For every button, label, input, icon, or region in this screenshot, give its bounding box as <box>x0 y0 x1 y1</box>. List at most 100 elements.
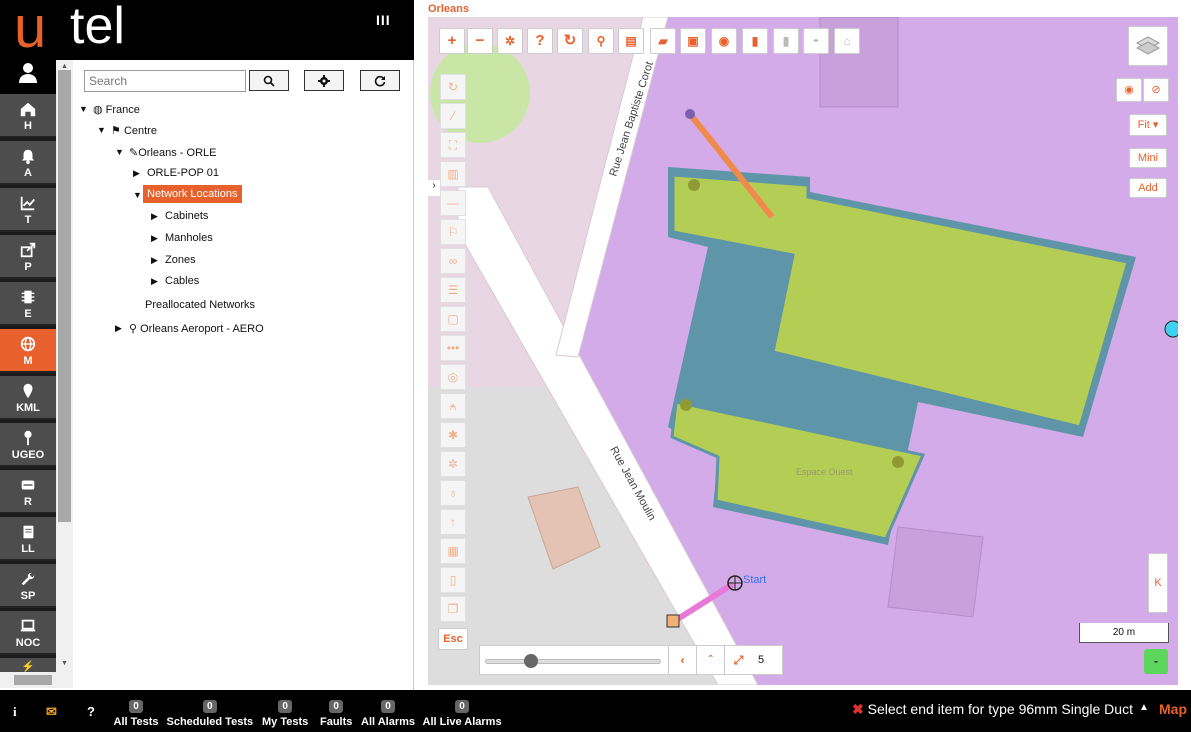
add-button[interactable]: Add <box>1129 178 1167 198</box>
scroll-down-icon[interactable]: ▼ <box>61 660 68 667</box>
rail-item-a[interactable]: A <box>0 141 56 185</box>
collapse-left-icon[interactable]: › <box>428 180 440 196</box>
menu-bars-icon[interactable]: III <box>376 12 391 28</box>
esc-button[interactable]: Esc <box>438 628 468 650</box>
side-tool-asterisk[interactable]: ✱ <box>440 422 466 448</box>
rail-item-e[interactable]: E <box>0 282 56 326</box>
prev-button[interactable]: ‹ <box>668 646 696 675</box>
side-tool-building[interactable]: ▦ <box>440 538 466 564</box>
rail-item-ll[interactable]: LL <box>0 517 56 561</box>
counter-all-tests[interactable]: 0 All Tests <box>114 700 159 728</box>
tree-node-centre[interactable]: ⚑ Centre <box>111 124 157 137</box>
rail-item-p[interactable]: P <box>0 235 56 279</box>
side-tool-target[interactable]: ◎ <box>440 364 466 390</box>
help-button[interactable]: ? <box>527 28 553 54</box>
find-button[interactable]: ⚲ <box>588 28 614 54</box>
settings-button[interactable] <box>304 70 344 91</box>
map-settings-button[interactable]: ✲ <box>497 28 523 54</box>
expand-centre-icon[interactable]: ▼ <box>97 125 106 135</box>
side-tool-stethoscope[interactable]: ♁ <box>440 480 466 506</box>
tree-node-network-locations[interactable]: Network Locations <box>143 185 242 203</box>
mini-button[interactable]: Mini <box>1129 148 1167 168</box>
tree-node-zones[interactable]: Zones <box>165 254 196 266</box>
expand-aero-icon[interactable]: ▶ <box>115 323 122 334</box>
home-map-button[interactable]: ⌂ <box>834 28 860 54</box>
tree-node-manholes[interactable]: Manholes <box>165 232 213 244</box>
user-button[interactable] <box>0 60 56 94</box>
tree-scrollbar[interactable]: ▲ ▼ <box>56 60 73 672</box>
zoom-out-button[interactable]: − <box>467 28 493 54</box>
bookmark-button[interactable]: ▮ <box>742 28 768 54</box>
side-tool-link[interactable]: ∞ <box>440 248 466 274</box>
fit-dropdown[interactable]: Fit ▾ <box>1129 114 1167 136</box>
hide-layer-button[interactable]: ⊘ <box>1143 78 1169 102</box>
counter-scheduled-tests[interactable]: 0 Scheduled Tests <box>167 700 253 728</box>
rail-item-t[interactable]: T <box>0 188 56 232</box>
side-tool-doc[interactable]: ▯ <box>440 567 466 593</box>
k-button[interactable]: K <box>1148 553 1168 613</box>
counter-my-tests[interactable]: 0 My Tests <box>262 700 308 728</box>
map-canvas[interactable]: Rue Jean Baptiste Corot Rue Jean Moulin … <box>428 17 1178 685</box>
rail-item-kml[interactable]: KML <box>0 376 56 420</box>
search-button[interactable] <box>249 70 289 91</box>
show-layer-button[interactable]: ◉ <box>1116 78 1142 102</box>
expand-zones-icon[interactable]: ▶ <box>151 255 158 266</box>
side-tool-line[interactable]: ⁄ <box>440 103 466 129</box>
expand-cables-icon[interactable]: ▶ <box>151 276 158 287</box>
tree-node-cables[interactable]: Cables <box>165 275 199 287</box>
bookmark-disabled-button[interactable]: ▮ <box>773 28 799 54</box>
slider-thumb[interactable] <box>524 654 539 668</box>
side-tool-copy[interactable]: ❐ <box>440 596 466 622</box>
expand-manholes-icon[interactable]: ▶ <box>151 233 158 244</box>
caret-up-icon[interactable]: ▲ <box>1139 702 1149 713</box>
reload-button[interactable]: ↻ <box>557 28 583 54</box>
tree-node-pop[interactable]: ORLE-POP 01 <box>147 167 219 179</box>
expand-button[interactable]: ⤢ <box>724 646 752 675</box>
side-tool-table[interactable]: ▥ <box>440 161 466 187</box>
tree-node-france[interactable]: ◍ France <box>93 103 140 116</box>
expand-cabinets-icon[interactable]: ▶ <box>151 211 158 222</box>
expand-france-icon[interactable]: ▼ <box>79 104 88 114</box>
counter-all-alarms[interactable]: 0 All Alarms <box>361 700 415 728</box>
rail-item-ugeo[interactable]: UGEO <box>0 423 56 467</box>
tree-node-orleans[interactable]: ✎Orleans - ORLE <box>129 146 216 159</box>
rail-item-r[interactable]: R <box>0 470 56 514</box>
scroll-thumb[interactable] <box>58 70 71 522</box>
side-tool-arrow-up[interactable]: ↑ <box>440 509 466 535</box>
tree-node-preallocated[interactable]: Preallocated Networks <box>145 299 255 311</box>
tree-node-aero[interactable]: ⚲ Orleans Aeroport - AERO <box>129 322 264 335</box>
rail-item-m[interactable]: M <box>0 329 56 373</box>
help-icon[interactable]: ? <box>87 704 95 719</box>
view-button[interactable]: ◉ <box>711 28 737 54</box>
scroll-up-icon[interactable]: ▲ <box>61 63 68 70</box>
rail-item-sp[interactable]: SP <box>0 564 56 608</box>
refresh-button[interactable] <box>360 70 400 91</box>
zoom-slider[interactable] <box>485 659 661 664</box>
side-tool-square[interactable]: ▢ <box>440 306 466 332</box>
counter-faults[interactable]: 0 Faults <box>320 700 352 728</box>
counter-all-live-alarms[interactable]: 0 All Live Alarms <box>423 700 502 728</box>
side-tool-expand[interactable]: ⛶ <box>440 132 466 158</box>
expand-pop-icon[interactable]: ▶ <box>133 168 140 179</box>
helmet-button[interactable]: ◓ <box>803 28 829 54</box>
tree-node-cabinets[interactable]: Cabinets <box>165 210 208 222</box>
expand-network-icon[interactable]: ▼ <box>133 190 142 200</box>
layers-button[interactable] <box>1128 26 1168 66</box>
side-tool-rotate[interactable]: ↻ <box>440 74 466 100</box>
side-tool-dots[interactable]: ••• <box>440 335 466 361</box>
measure-button[interactable]: ▰ <box>650 28 676 54</box>
zoom-in-button[interactable]: + <box>439 28 465 54</box>
layout-button[interactable]: ▣ <box>680 28 706 54</box>
side-tool-gear[interactable]: ✲ <box>440 451 466 477</box>
side-tool-strip[interactable]: ☰ <box>440 277 466 303</box>
mode-label[interactable]: Map <box>1159 701 1187 717</box>
up-button[interactable]: ˆ <box>696 646 724 675</box>
print-button[interactable]: ▤ <box>618 28 644 54</box>
close-icon[interactable]: ✖ <box>852 701 864 717</box>
expand-orleans-icon[interactable]: ▼ <box>115 147 124 157</box>
rail-item-noc[interactable]: NOC <box>0 611 56 655</box>
info-icon[interactable]: i <box>13 704 17 720</box>
collapse-button[interactable]: - <box>1144 649 1168 674</box>
mail-icon[interactable]: ✉ <box>46 704 57 720</box>
search-input[interactable] <box>84 70 246 92</box>
